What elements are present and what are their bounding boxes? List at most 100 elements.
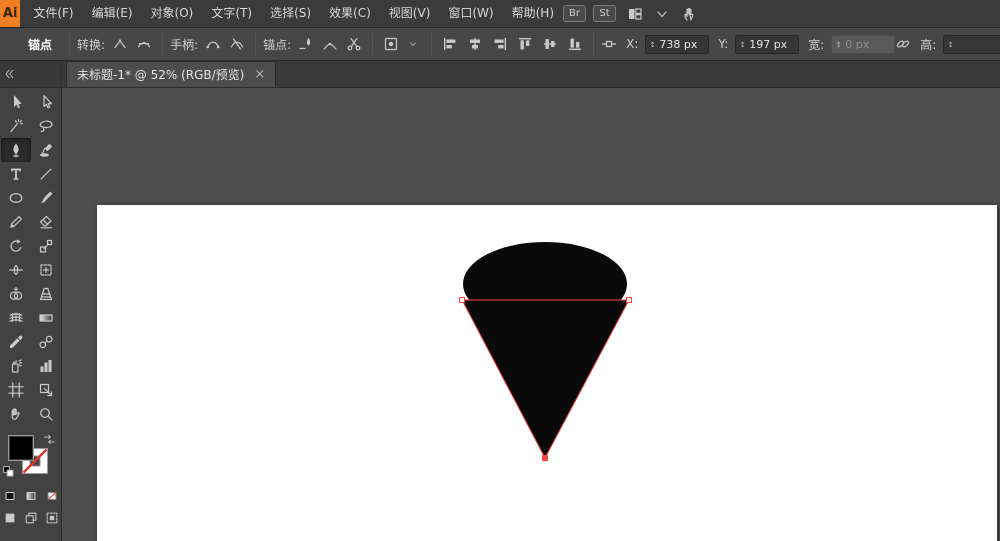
handles-label: 手柄: — [170, 37, 199, 52]
lasso-tool[interactable] — [31, 114, 61, 138]
pencil-tool[interactable] — [1, 210, 31, 234]
isolate-chevron-icon[interactable] — [402, 34, 424, 54]
reference-point-button[interactable] — [601, 34, 617, 54]
align-top-button[interactable] — [514, 34, 536, 54]
type-tool[interactable] — [1, 162, 31, 186]
slice-icon — [38, 382, 54, 398]
magic-wand-tool[interactable] — [1, 114, 31, 138]
tools-panel-header — [0, 61, 61, 88]
gradient-tool[interactable] — [31, 306, 61, 330]
separator — [69, 33, 71, 55]
pen-tool[interactable] — [0, 138, 31, 162]
remove-anchor-button[interactable] — [295, 34, 317, 54]
zoom-icon — [38, 406, 54, 422]
cs-live-button[interactable] — [678, 4, 700, 24]
menu-effect[interactable]: 效果(C) — [320, 0, 380, 27]
anchor-point[interactable] — [626, 297, 632, 303]
scale-tool[interactable] — [31, 234, 61, 258]
canvas[interactable] — [62, 88, 1000, 541]
color-button[interactable] — [1, 488, 19, 504]
align-vmiddle-button[interactable] — [539, 34, 561, 54]
menu-view[interactable]: 视图(V) — [380, 0, 440, 27]
tab-close-button[interactable]: × — [254, 68, 265, 81]
anchor-point[interactable] — [459, 297, 465, 303]
draw-inside-button[interactable] — [43, 510, 61, 526]
menu-edit[interactable]: 编辑(E) — [83, 0, 142, 27]
cut-path-button[interactable] — [343, 34, 365, 54]
constrain-proportions-button[interactable] — [895, 34, 911, 54]
width-field-group: 宽: 0 px — [808, 34, 896, 54]
perspective-grid-tool[interactable] — [31, 282, 61, 306]
isolate-selection-button[interactable] — [380, 34, 402, 54]
direct-selection-tool[interactable] — [31, 90, 61, 114]
menu-window[interactable]: 窗口(W) — [439, 0, 502, 27]
menu-help[interactable]: 帮助(H) — [503, 0, 563, 27]
swap-fill-stroke-button[interactable] — [43, 433, 56, 446]
tools-panel — [0, 61, 62, 541]
connect-anchors-button[interactable] — [319, 34, 341, 54]
mesh-icon — [8, 310, 24, 326]
menu-select[interactable]: 选择(S) — [261, 0, 320, 27]
menu-items: 文件(F) 编辑(E) 对象(O) 文字(T) 选择(S) 效果(C) 视图(V) 窗口(W)… — [24, 0, 563, 27]
y-input[interactable]: 197 px — [735, 34, 800, 54]
anchor-point[interactable] — [542, 455, 548, 461]
menu-object[interactable]: 对象(O) — [142, 0, 203, 27]
bridge-button[interactable]: Br — [563, 5, 586, 22]
column-graph-tool[interactable] — [31, 354, 61, 378]
align-hcenter-button[interactable] — [464, 34, 486, 54]
arrange-documents-button[interactable] — [624, 4, 646, 24]
shape-builder-tool[interactable] — [1, 282, 31, 306]
align-right-button[interactable] — [489, 34, 511, 54]
eyedropper-tool[interactable] — [1, 330, 31, 354]
free-transform-tool[interactable] — [31, 258, 61, 282]
eraser-icon — [38, 214, 54, 230]
paintbrush-icon — [38, 190, 54, 206]
free-transform-icon — [38, 262, 54, 278]
y-spinner-icon[interactable] — [739, 39, 746, 50]
convert-smooth-button[interactable] — [133, 34, 155, 54]
draw-normal-button[interactable] — [1, 510, 19, 526]
ellipse-tool[interactable] — [1, 186, 31, 210]
blob-brush-tool[interactable] — [31, 138, 61, 162]
app-logo[interactable]: Ai — [0, 0, 21, 27]
align-bottom-button[interactable] — [564, 34, 586, 54]
convert-corner-button[interactable] — [109, 34, 131, 54]
selection-tool[interactable] — [1, 90, 31, 114]
width-input[interactable]: 0 px — [831, 34, 896, 54]
draw-behind-button[interactable] — [22, 510, 40, 526]
anchors-label: 锚点: — [263, 37, 292, 52]
handles-hide-button[interactable] — [226, 34, 248, 54]
none-button[interactable] — [43, 488, 61, 504]
x-spinner-icon[interactable] — [649, 39, 656, 50]
rotate-tool[interactable] — [1, 234, 31, 258]
x-input[interactable]: 738 px — [645, 34, 710, 54]
align-left-button[interactable] — [439, 34, 461, 54]
default-fill-stroke-button[interactable] — [2, 465, 15, 478]
app-logo-text: Ai — [2, 6, 18, 21]
handles-show-button[interactable] — [202, 34, 224, 54]
symbol-sprayer-tool[interactable] — [1, 354, 31, 378]
width-tool[interactable] — [1, 258, 31, 282]
fill-swatch[interactable] — [8, 435, 34, 461]
gradient-button[interactable] — [22, 488, 40, 504]
artboard-tool[interactable] — [1, 378, 31, 402]
eraser-tool[interactable] — [31, 210, 61, 234]
width-spinner-icon[interactable] — [835, 39, 842, 50]
arrange-documents-chevron[interactable] — [651, 4, 673, 24]
mesh-tool[interactable] — [1, 306, 31, 330]
blend-tool[interactable] — [31, 330, 61, 354]
line-segment-tool[interactable] — [31, 162, 61, 186]
collapse-panel-icon[interactable] — [3, 68, 15, 80]
height-spinner-icon[interactable] — [947, 39, 954, 50]
slice-tool[interactable] — [31, 378, 61, 402]
menu-type[interactable]: 文字(T) — [202, 0, 261, 27]
stock-button[interactable]: St — [593, 5, 616, 22]
height-input[interactable] — [943, 34, 1000, 54]
menu-file[interactable]: 文件(F) — [24, 0, 82, 27]
document-tab[interactable]: 未标题-1* @ 52% (RGB/预览) × — [66, 61, 277, 87]
artboard-icon — [7, 382, 24, 398]
cone-triangle[interactable] — [462, 300, 629, 458]
hand-tool[interactable] — [1, 402, 31, 426]
zoom-tool[interactable] — [31, 402, 61, 426]
paintbrush-tool[interactable] — [31, 186, 61, 210]
